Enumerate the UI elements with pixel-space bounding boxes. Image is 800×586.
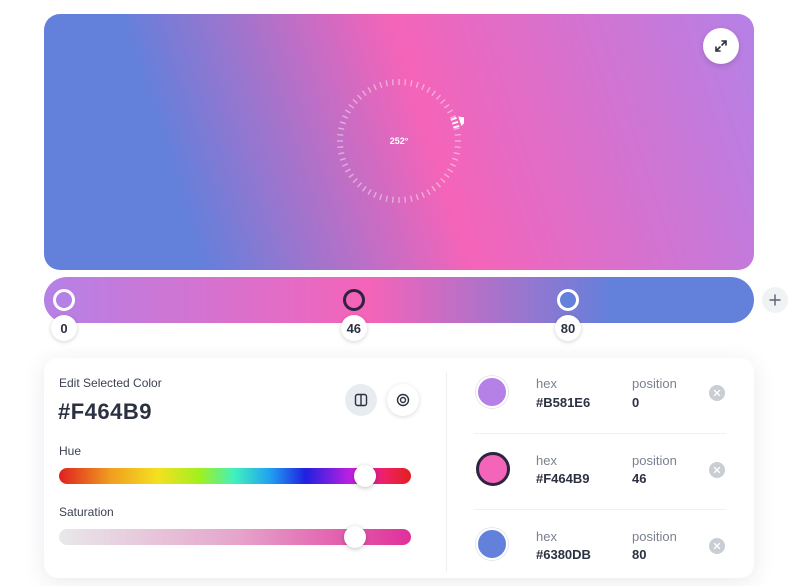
gradient-stop-bar[interactable] <box>44 277 754 323</box>
stop-hex: #6380DB <box>536 547 591 562</box>
hex-key: hex <box>536 376 557 391</box>
remove-stop-button[interactable] <box>709 462 725 478</box>
split-view-icon <box>354 393 368 407</box>
color-editor-panel: Edit Selected Color #F464B9 Hue Saturati… <box>44 358 754 578</box>
hue-label: Hue <box>59 444 82 458</box>
target-icon <box>396 393 410 407</box>
edit-selected-color-title: Edit Selected Color <box>59 376 162 390</box>
eyedropper-target-button[interactable] <box>387 384 419 416</box>
stop-position: 46 <box>632 471 647 486</box>
stop-position: 0 <box>632 395 640 410</box>
gradient-stop-handle[interactable] <box>53 289 75 311</box>
gradient-stop-position-label: 80 <box>555 315 581 341</box>
gradient-stop-position-label: 0 <box>51 315 77 341</box>
saturation-label: Saturation <box>59 505 114 519</box>
gradient-stop-handle[interactable] <box>557 289 579 311</box>
expand-icon <box>715 40 727 52</box>
gradient-stop-handle[interactable] <box>342 289 365 311</box>
saturation-slider-thumb[interactable] <box>343 526 366 548</box>
hue-slider-thumb[interactable] <box>354 465 377 487</box>
hex-key: hex <box>536 529 557 544</box>
stop-row[interactable]: hex #F464B9 position 46 <box>464 434 726 510</box>
remove-stop-button[interactable] <box>709 385 725 401</box>
stop-position: 80 <box>632 547 647 562</box>
position-key: position <box>632 453 677 468</box>
hex-key: hex <box>536 453 557 468</box>
close-icon <box>713 466 721 474</box>
gradient-stop-position-label: 46 <box>340 315 367 341</box>
close-icon <box>713 389 721 397</box>
stop-row[interactable]: hex #B581E6 position 0 <box>464 358 726 434</box>
angle-dial[interactable]: 252° <box>334 76 470 206</box>
remove-stop-button[interactable] <box>709 538 725 554</box>
angle-dial-ticks <box>337 79 470 203</box>
expand-button[interactable] <box>703 28 739 64</box>
position-key: position <box>632 529 677 544</box>
position-key: position <box>632 376 677 391</box>
close-icon <box>713 542 721 550</box>
plus-icon <box>769 294 781 306</box>
stop-swatch[interactable] <box>476 528 508 560</box>
stop-swatch[interactable] <box>476 452 510 486</box>
stop-row[interactable]: hex #6380DB position 80 <box>464 510 726 586</box>
panel-divider <box>446 372 447 572</box>
angle-pointer-icon[interactable] <box>458 116 470 126</box>
stop-hex: #B581E6 <box>536 395 591 410</box>
selected-hex-value[interactable]: #F464B9 <box>58 399 152 425</box>
gradient-preview: 252° <box>44 14 754 270</box>
hue-slider[interactable] <box>59 465 411 487</box>
stop-swatch[interactable] <box>476 376 508 408</box>
compare-button[interactable] <box>345 384 377 416</box>
saturation-slider[interactable] <box>59 526 411 548</box>
add-stop-button[interactable] <box>762 287 788 313</box>
stop-hex: #F464B9 <box>536 471 590 486</box>
